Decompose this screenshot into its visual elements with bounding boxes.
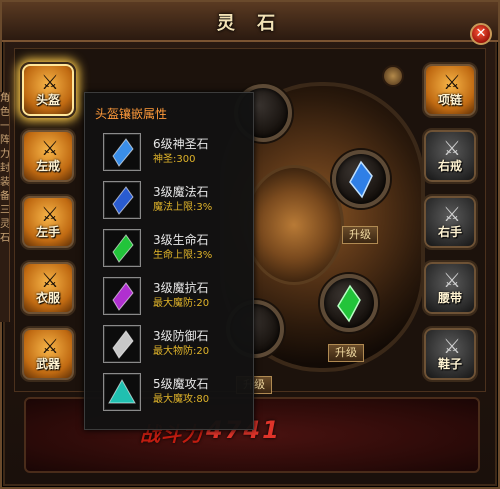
gem-slot-2[interactable] — [332, 150, 390, 208]
gem-list-item: 3级防御石 最大物防:20 — [85, 323, 255, 371]
equip-left-hand-button[interactable]: ⚔ 左手 — [20, 194, 76, 250]
side-tab-char: 灵 — [0, 219, 10, 230]
gem-attribute: 最大魔攻:80 — [153, 394, 210, 405]
disc-center-rune — [244, 165, 344, 285]
gem-slot-3[interactable] — [320, 274, 378, 332]
side-tab-char: 角 — [0, 93, 10, 104]
equip-helmet-button[interactable]: ⚔ 头盔 — [20, 62, 76, 118]
side-tab-char: 阵 — [0, 135, 10, 146]
settings-gear-icon[interactable] — [382, 65, 404, 87]
equip-left-ring-button[interactable]: ⚔ 左戒 — [20, 128, 76, 184]
title-bar: 灵 石 — [2, 2, 498, 42]
side-tab-char: 一 — [0, 121, 10, 132]
equip-label: 头盔 — [35, 93, 60, 107]
crystal-blue-icon — [103, 133, 141, 171]
equip-label: 右戒 — [437, 159, 462, 173]
equip-weapon-button[interactable]: ⚔ 武器 — [20, 326, 76, 382]
triangle-teal-icon — [103, 373, 141, 411]
gem-attribute: 生命上限:3% — [153, 250, 213, 261]
close-button[interactable]: ✕ — [470, 23, 492, 45]
gem-attribute: 神圣:300 — [153, 154, 196, 165]
equip-label: 鞋子 — [437, 357, 462, 371]
gem-list-item: 3级生命石 生命上限:3% — [85, 227, 255, 275]
crystal-blue-icon — [103, 181, 141, 219]
gem-list-item: 3级魔抗石 最大魔防:20 — [85, 275, 255, 323]
side-tab-char: 力 — [0, 149, 10, 160]
gem-list-item: 5级魔攻石 最大魔攻:80 — [85, 371, 255, 419]
equip-clothes-button[interactable]: ⚔ 衣服 — [20, 260, 76, 316]
side-tab-strip[interactable]: 角色一阵力封装备三灵石 — [0, 92, 10, 322]
equip-belt-button[interactable]: ⚔ 腰带 — [422, 260, 478, 316]
side-tab-char: 三 — [0, 205, 10, 216]
gem-attribute: 最大魔防:20 — [153, 298, 210, 309]
equip-label: 项链 — [437, 93, 462, 107]
blue-crystal-icon — [349, 160, 373, 199]
equip-shoes-button[interactable]: ⚔ 鞋子 — [422, 326, 478, 382]
green-crystal-icon — [337, 284, 361, 323]
tooltip-title: 头盔镶嵌属性 — [95, 107, 168, 121]
equip-label: 左手 — [35, 225, 60, 239]
crystal-green-icon — [103, 229, 141, 267]
window-title: 灵 石 — [216, 13, 284, 34]
side-tab-char: 色 — [0, 107, 10, 118]
crystal-purple-icon — [103, 277, 141, 315]
gem-list-item: 3级魔法石 魔法上限:3% — [85, 179, 255, 227]
gem-list-item: 6级神圣石 神圣:300 — [85, 131, 255, 179]
crystal-silver-icon — [103, 325, 141, 363]
gem-attribute: 最大物防:20 — [153, 346, 210, 357]
side-tab-char: 备 — [0, 191, 10, 202]
upgrade-button-1[interactable]: 升级 — [342, 226, 378, 244]
equip-label: 右手 — [437, 225, 462, 239]
upgrade-button-2[interactable]: 升级 — [328, 344, 364, 362]
side-tab-char: 封 — [0, 163, 10, 174]
equip-label: 衣服 — [35, 291, 60, 305]
equip-label: 左戒 — [35, 159, 60, 173]
equip-label: 腰带 — [437, 291, 462, 305]
equip-right-ring-button[interactable]: ⚔ 右戒 — [422, 128, 478, 184]
equip-label: 武器 — [35, 357, 60, 371]
equip-right-hand-button[interactable]: ⚔ 右手 — [422, 194, 478, 250]
equip-necklace-button[interactable]: ⚔ 项链 — [422, 62, 478, 118]
gem-attribute: 魔法上限:3% — [153, 202, 213, 213]
side-tab-char: 装 — [0, 177, 10, 188]
helmet-socket-tooltip: 头盔镶嵌属性 6级神圣石 神圣:300 3级魔法石 魔法上限:3% 3级生命石 生命上限:… — [84, 92, 254, 430]
side-tab-char: 石 — [0, 233, 10, 244]
